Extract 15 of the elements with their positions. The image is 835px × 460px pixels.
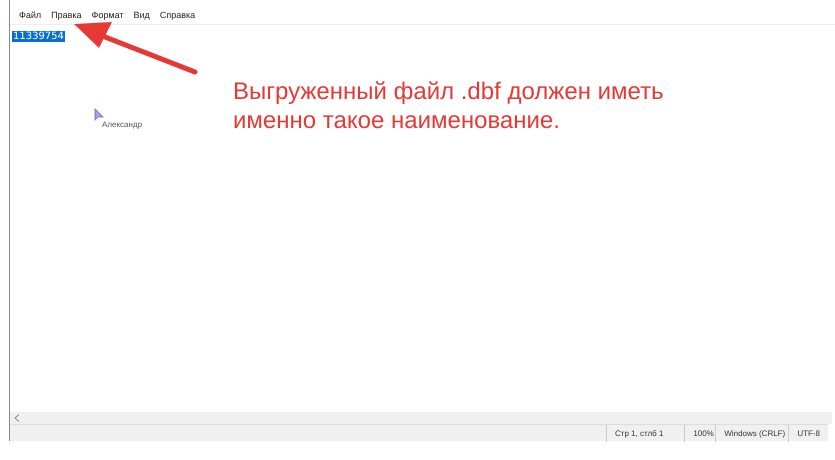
menu-item[interactable]: Вид xyxy=(128,10,155,20)
menu-item[interactable]: Формат xyxy=(86,10,129,20)
status-field: UTF-8 xyxy=(788,424,828,442)
scroll-left-icon[interactable] xyxy=(14,414,20,422)
pointer-icon xyxy=(94,108,104,122)
cursor-label: Александр xyxy=(102,120,142,129)
menu-item[interactable]: Файл xyxy=(14,10,46,20)
status-field: 100% xyxy=(684,424,716,442)
menu-item[interactable]: Справка xyxy=(154,10,200,20)
horizontal-scrollbar[interactable] xyxy=(10,412,832,424)
status-field: Стр 1, стлб 1 xyxy=(606,424,684,442)
annotation-text: Выгруженный файл .dbf должен иметь именно такое наименование. xyxy=(233,77,665,135)
menu-item[interactable]: Правка xyxy=(46,10,87,20)
status-field: Windows (CRLF) xyxy=(715,424,788,442)
document-text: 11339754 xyxy=(12,31,65,42)
